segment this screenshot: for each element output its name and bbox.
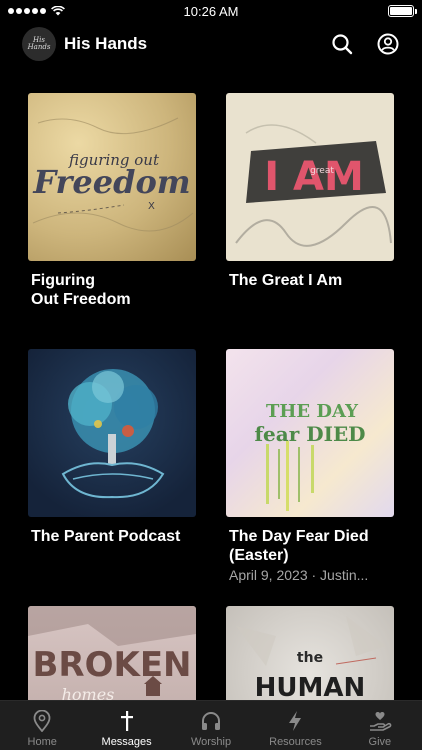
- logo-text: His Hands: [27, 36, 51, 51]
- hand-heart-icon: [369, 711, 392, 731]
- series-artwork: I AM great: [226, 93, 394, 261]
- series-title: The Parent Podcast: [31, 528, 181, 545]
- series-card-the-day-fear-died[interactable]: THE DAY fear DIED The Day Fear Died (Eas…: [226, 349, 394, 583]
- art-text-line2: fear DIED: [254, 422, 365, 446]
- tab-label: Resources: [269, 736, 322, 748]
- profile-button[interactable]: [376, 32, 400, 56]
- status-bar: 10:26 AM: [0, 0, 422, 22]
- lightning-icon: [289, 711, 302, 731]
- bottom-tab-bar: Home Messages Worship Resources Give: [0, 700, 422, 750]
- series-artwork: THE DAY fear DIED: [226, 349, 394, 517]
- tab-label: Home: [27, 736, 57, 748]
- tab-worship[interactable]: Worship: [169, 701, 253, 750]
- map-pin-icon: [33, 710, 51, 732]
- page-title: His Hands: [64, 34, 148, 53]
- headphones-icon: [202, 712, 221, 730]
- account-circle-icon: [377, 33, 399, 55]
- art-text-small: great: [310, 166, 334, 176]
- series-card-the-parent-podcast[interactable]: The Parent Podcast: [28, 349, 196, 546]
- status-time: 10:26 AM: [183, 4, 239, 19]
- series-artwork: [28, 349, 196, 517]
- cross-icon: [120, 711, 133, 731]
- tab-messages[interactable]: Messages: [84, 701, 168, 750]
- art-text-line1: BROKEN: [32, 645, 191, 685]
- series-artwork: figuring out Freedom X: [28, 93, 196, 261]
- church-logo[interactable]: His Hands: [22, 27, 56, 61]
- search-button[interactable]: [330, 32, 354, 56]
- series-card-figuring-out-freedom[interactable]: figuring out Freedom X Figuring Out Free…: [28, 93, 196, 309]
- app-header: His Hands His Hands: [0, 24, 422, 64]
- tab-resources[interactable]: Resources: [253, 701, 337, 750]
- art-text-line2: HUMAN: [255, 673, 366, 703]
- tab-home[interactable]: Home: [0, 701, 84, 750]
- tab-give[interactable]: Give: [338, 701, 422, 750]
- art-text-line1: I AM: [264, 154, 364, 200]
- series-title: Figuring Out Freedom: [31, 272, 131, 308]
- series-card-the-great-i-am[interactable]: I AM great The Great I Am: [226, 93, 394, 290]
- art-text-line1: the: [297, 650, 323, 666]
- tab-label: Give: [368, 736, 392, 748]
- tab-label: Messages: [101, 736, 152, 748]
- series-title: The Day Fear Died (Easter): [229, 528, 369, 564]
- art-text-line2: Freedom: [32, 163, 190, 201]
- tab-label: Worship: [190, 736, 232, 748]
- battery-icon: [388, 5, 417, 17]
- art-text-line1: THE DAY: [266, 401, 359, 422]
- series-title: The Great I Am: [229, 272, 343, 289]
- series-meta: April 9, 2023 · Justin...: [229, 567, 369, 583]
- search-icon: [332, 34, 353, 55]
- art-text-mark: X: [148, 201, 155, 212]
